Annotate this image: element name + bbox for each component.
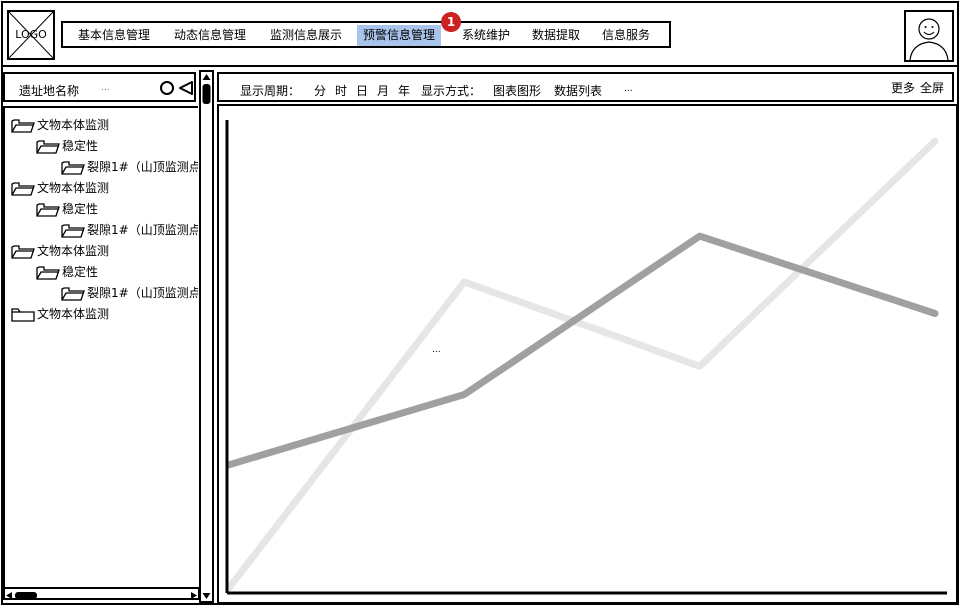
- chart-area: ...: [217, 104, 958, 604]
- tree-item-label: 文物本体监测: [37, 181, 110, 195]
- main-nav: 基本信息管理 动态信息管理 监测信息展示 预警信息管理 系统维护 数据提取 信息…: [61, 21, 671, 48]
- folder-open-icon: [36, 266, 60, 280]
- tree-item-label: 裂隙1#（山顶监测点: [87, 223, 198, 237]
- fullscreen-button[interactable]: 全屏: [920, 79, 944, 96]
- mode-chart-button[interactable]: 图表图形: [493, 82, 541, 99]
- folder-open-icon: [11, 182, 35, 196]
- chart-center-text: ...: [432, 345, 441, 355]
- line-chart: ...: [225, 120, 947, 595]
- period-minute-button[interactable]: 分: [314, 82, 326, 99]
- logo-text: LOGO: [15, 28, 47, 41]
- tree-item-label: 稳定性: [62, 202, 99, 216]
- folder-open-icon: [11, 245, 35, 259]
- scroll-thumb: [202, 84, 211, 104]
- nav-item-warning-management[interactable]: 预警信息管理: [357, 25, 442, 46]
- scroll-left-arrow-icon: [6, 592, 12, 599]
- scroll-up-arrow-icon: [202, 74, 211, 80]
- tree-item-label: 文物本体监测: [37, 244, 110, 258]
- tree-item-label: 文物本体监测: [37, 118, 110, 132]
- site-search-input[interactable]: [101, 80, 151, 96]
- tree-item-label: 文物本体监测: [37, 307, 110, 321]
- vertical-scrollbar-graphic: [202, 74, 211, 599]
- folder-closed-icon: [11, 308, 35, 322]
- scroll-right-arrow-icon: [191, 592, 197, 599]
- folder-open-icon: [36, 203, 60, 217]
- scroll-thumb: [15, 592, 37, 599]
- display-toolbar: 显示周期： 分 时 日 月 年 显示方式： 图表图形 数据列表 ... 更多 全…: [217, 72, 954, 102]
- nav-item-data-extraction[interactable]: 数据提取: [532, 25, 580, 46]
- monitoring-tree: 文物本体监测 稳定性 裂隙1#（山顶监测点 文物本体监测 稳定性 裂隙1#（山顶…: [3, 106, 198, 590]
- nav-item-basic-info[interactable]: 基本信息管理: [78, 25, 150, 46]
- mode-list-button[interactable]: 数据列表: [554, 82, 602, 99]
- search-icon[interactable]: [159, 80, 175, 96]
- tree-horizontal-scrollbar[interactable]: [3, 587, 200, 600]
- period-day-button[interactable]: 日: [356, 82, 368, 99]
- site-name-label: 遗址地名称: [19, 84, 80, 98]
- collapse-arrow-icon[interactable]: [178, 80, 194, 96]
- folder-open-icon: [36, 140, 60, 154]
- tree-item-label: 裂隙1#（山顶监测点: [87, 286, 198, 300]
- tree-item-label: 裂隙1#（山顶监测点: [87, 160, 198, 174]
- scroll-down-arrow-icon: [202, 593, 211, 599]
- avatar[interactable]: [904, 10, 954, 62]
- series-line-1: [225, 232, 939, 469]
- more-button[interactable]: 更多: [891, 79, 915, 96]
- user-avatar-icon: [909, 18, 949, 61]
- nav-item-monitoring-display[interactable]: 监测信息展示: [270, 25, 342, 46]
- tree-item-label: 稳定性: [62, 265, 99, 279]
- folder-open-icon: [61, 287, 85, 301]
- site-search-box: 遗址地名称: [3, 72, 196, 102]
- nav-item-info-service[interactable]: 信息服务: [602, 25, 650, 46]
- notification-badge: 1: [441, 12, 461, 32]
- nav-item-system-maintenance[interactable]: 系统维护: [462, 25, 510, 46]
- tree-item-label: 稳定性: [62, 139, 99, 153]
- folder-open-icon: [61, 161, 85, 175]
- period-year-button[interactable]: 年: [398, 82, 410, 99]
- tree-vertical-scrollbar[interactable]: [199, 70, 214, 603]
- logo: LOGO: [7, 10, 55, 60]
- series-line-2: [225, 137, 939, 592]
- folder-open-icon: [11, 119, 35, 133]
- folder-open-icon: [61, 224, 85, 238]
- period-label: 显示周期：: [240, 84, 301, 98]
- period-hour-button[interactable]: 时: [335, 82, 347, 99]
- display-mode-label: 显示方式：: [421, 84, 482, 98]
- horizontal-scrollbar-graphic: [6, 592, 197, 599]
- toolbar-ellipsis: ...: [624, 84, 633, 94]
- nav-item-dynamic-info[interactable]: 动态信息管理: [174, 25, 246, 46]
- period-month-button[interactable]: 月: [377, 82, 389, 99]
